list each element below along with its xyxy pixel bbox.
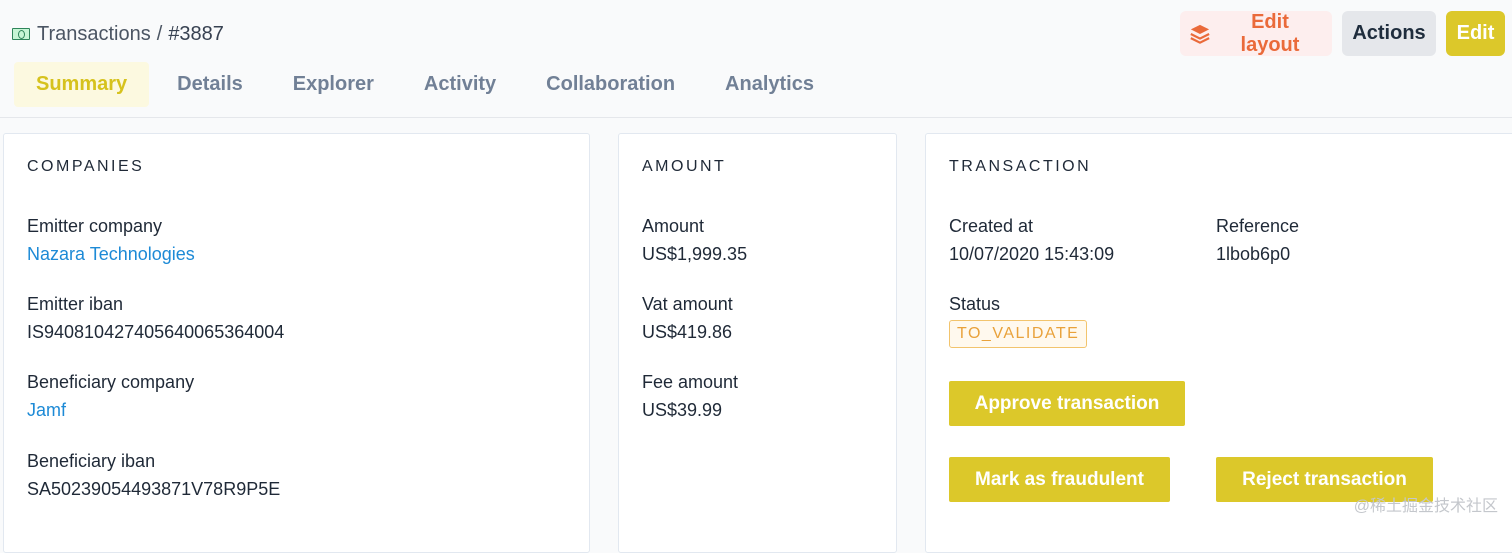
beneficiary-iban-value: SA50239054493871V78R9P5E (27, 475, 280, 503)
status-badge: TO_VALIDATE (949, 320, 1087, 348)
watermark: @稀土掘金技术社区 (1354, 492, 1498, 516)
fee-amount-field: Fee amount US$39.99 (642, 368, 738, 424)
amount-card: AMOUNT Amount US$1,999.35 Vat amount US$… (618, 133, 897, 553)
page-header: Transactions / #3887 Edit layout Actions… (0, 0, 1512, 118)
beneficiary-company-label: Beneficiary company (27, 368, 194, 396)
emitter-iban-value: IS940810427405640065364004 (27, 318, 284, 346)
reference-field: Reference 1lbob6p0 (1216, 212, 1299, 268)
vat-amount-label: Vat amount (642, 290, 733, 318)
fee-amount-label: Fee amount (642, 368, 738, 396)
tab-details[interactable]: Details (155, 62, 265, 107)
status-field: Status TO_VALIDATE (949, 290, 1087, 348)
status-label: Status (949, 290, 1087, 318)
beneficiary-iban-label: Beneficiary iban (27, 447, 280, 475)
layers-icon (1189, 23, 1211, 45)
breadcrumb-section[interactable]: Transactions (37, 23, 151, 46)
transaction-card: TRANSACTION Created at 10/07/2020 15:43:… (925, 133, 1512, 553)
beneficiary-company-link[interactable]: Jamf (27, 396, 194, 424)
edit-layout-button[interactable]: Edit layout (1180, 11, 1332, 56)
header-actions: Edit layout Actions Edit (1180, 11, 1505, 56)
created-at-field: Created at 10/07/2020 15:43:09 (949, 212, 1114, 268)
breadcrumb-record-id: #3887 (168, 23, 224, 46)
tab-bar: Summary Details Explorer Activity Collab… (14, 62, 842, 107)
approve-transaction-button[interactable]: Approve transaction (949, 381, 1185, 426)
emitter-company-field: Emitter company Nazara Technologies (27, 212, 195, 268)
amount-value: US$1,999.35 (642, 240, 747, 268)
created-at-label: Created at (949, 212, 1114, 240)
transaction-title: TRANSACTION (949, 158, 1091, 176)
created-at-value: 10/07/2020 15:43:09 (949, 240, 1114, 268)
reference-value: 1lbob6p0 (1216, 240, 1299, 268)
emitter-company-label: Emitter company (27, 212, 195, 240)
emitter-iban-label: Emitter iban (27, 290, 284, 318)
breadcrumb: Transactions / #3887 (12, 20, 224, 48)
mark-fraudulent-button[interactable]: Mark as fraudulent (949, 457, 1170, 502)
edit-button[interactable]: Edit (1446, 11, 1505, 56)
beneficiary-iban-field: Beneficiary iban SA50239054493871V78R9P5… (27, 447, 280, 503)
companies-card: COMPANIES Emitter company Nazara Technol… (3, 133, 590, 553)
actions-button[interactable]: Actions (1342, 11, 1436, 56)
amount-title: AMOUNT (642, 158, 726, 176)
tab-activity[interactable]: Activity (402, 62, 518, 107)
vat-amount-value: US$419.86 (642, 318, 733, 346)
tab-explorer[interactable]: Explorer (271, 62, 396, 107)
vat-amount-field: Vat amount US$419.86 (642, 290, 733, 346)
amount-field: Amount US$1,999.35 (642, 212, 747, 268)
amount-label: Amount (642, 212, 747, 240)
companies-title: COMPANIES (27, 158, 144, 176)
emitter-iban-field: Emitter iban IS940810427405640065364004 (27, 290, 284, 346)
breadcrumb-separator: / (157, 23, 163, 46)
beneficiary-company-field: Beneficiary company Jamf (27, 368, 194, 424)
tab-collaboration[interactable]: Collaboration (524, 62, 697, 107)
tab-summary[interactable]: Summary (14, 62, 149, 107)
tab-analytics[interactable]: Analytics (703, 62, 836, 107)
money-icon (12, 28, 30, 40)
reference-label: Reference (1216, 212, 1299, 240)
edit-layout-label: Edit layout (1219, 11, 1321, 57)
emitter-company-link[interactable]: Nazara Technologies (27, 240, 195, 268)
fee-amount-value: US$39.99 (642, 396, 738, 424)
